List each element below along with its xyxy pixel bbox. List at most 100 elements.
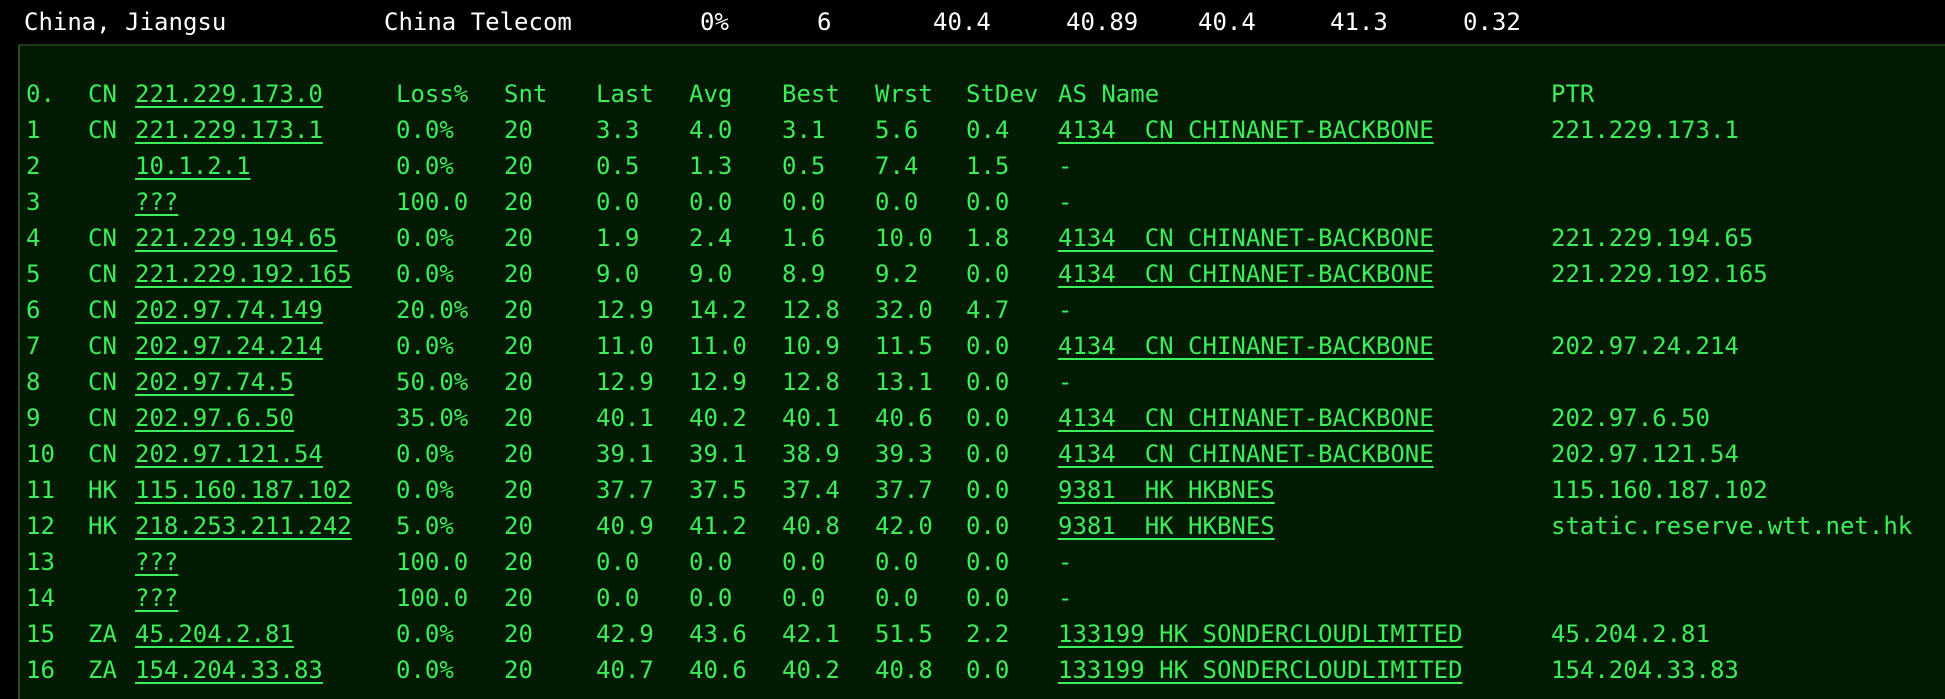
host-link[interactable]: 202.97.74.5 bbox=[135, 364, 294, 400]
as-name-link[interactable]: 4134 CN CHINANET-BACKBONE bbox=[1058, 220, 1434, 256]
country-code: CN bbox=[88, 332, 117, 360]
avg-value: 41.2 bbox=[689, 512, 747, 540]
host-link[interactable]: ??? bbox=[135, 580, 178, 616]
hop-number: 14 bbox=[26, 584, 55, 612]
last-value: 42.9 bbox=[596, 620, 654, 648]
stdev-value: 1.8 bbox=[966, 224, 1010, 252]
avg-value: 14.2 bbox=[689, 296, 747, 324]
host-link[interactable]: 221.229.194.65 bbox=[135, 220, 337, 256]
sent-value: 20 bbox=[504, 476, 533, 504]
table-row: 9 CN 202.97.6.50 35.0% 20 40.1 40.2 40.1 40.6 0.0… bbox=[20, 400, 1945, 436]
loss-value: 0.0% bbox=[396, 332, 454, 360]
host-link[interactable]: 115.160.187.102 bbox=[135, 472, 352, 508]
as-name-link[interactable]: 4134 CN CHINANET-BACKBONE bbox=[1058, 328, 1434, 364]
ptr-value: 221.229.194.65 bbox=[1551, 224, 1754, 252]
loss-value: 100.0 bbox=[396, 548, 469, 576]
host-link[interactable]: 221.229.173.1 bbox=[135, 112, 323, 148]
hop-number: 5 bbox=[26, 260, 41, 288]
as-name-link: - bbox=[1058, 152, 1073, 180]
as-name-link[interactable]: 4134 CN CHINANET-BACKBONE bbox=[1058, 112, 1434, 148]
as-name-link[interactable]: 9381 HK HKBNES bbox=[1058, 508, 1275, 544]
as-name-link: - bbox=[1058, 188, 1073, 216]
country-code: ZA bbox=[88, 656, 117, 684]
worst-value: 40.8 bbox=[875, 656, 933, 684]
sent-value: 20 bbox=[504, 404, 533, 432]
last-value: 1.9 bbox=[596, 224, 640, 252]
country-code: HK bbox=[88, 476, 117, 504]
as-name-link[interactable]: 4134 CN CHINANET-BACKBONE bbox=[1058, 256, 1434, 292]
ptr-value: static.reserve.wtt.net.hk bbox=[1551, 512, 1913, 540]
last-value: 9.0 bbox=[596, 260, 640, 288]
ptr-value: 115.160.187.102 bbox=[1551, 476, 1768, 504]
sent-value: 20 bbox=[504, 584, 533, 612]
as-name-link[interactable]: 133199 HK SONDERCLOUDLIMITED bbox=[1058, 616, 1463, 652]
host-link[interactable]: 221.229.192.165 bbox=[135, 256, 352, 292]
host-link[interactable]: 218.253.211.242 bbox=[135, 508, 352, 544]
avg-value: 4.0 bbox=[689, 116, 733, 144]
stdev-value: 0.0 bbox=[966, 368, 1010, 396]
stdev-value: 0.0 bbox=[966, 260, 1010, 288]
hop-number: 16 bbox=[26, 656, 55, 684]
loss-value: 5.0% bbox=[396, 512, 454, 540]
host-link[interactable]: 202.97.74.149 bbox=[135, 292, 323, 328]
header-best: Best bbox=[782, 80, 840, 108]
table-row: 13??? 100.0 20 0.0 0.0 0.0 0.0 0.0 - bbox=[20, 544, 1945, 580]
hop-number: 10 bbox=[26, 440, 55, 468]
summary-loss: 0% bbox=[700, 8, 729, 36]
last-value: 37.7 bbox=[596, 476, 654, 504]
table-row: 8 CN 202.97.74.5 50.0% 20 12.9 12.9 12.8 13.1 0.0… bbox=[20, 364, 1945, 400]
loss-value: 0.0% bbox=[396, 260, 454, 288]
table-row: 4 CN 221.229.194.65 0.0% 20 1.9 2.4 1.6 10.0 1.8 4… bbox=[20, 220, 1945, 256]
table-row: 16 ZA 154.204.33.83 0.0% 20 40.7 40.6 40.2 40.8 0… bbox=[20, 652, 1945, 688]
sent-value: 20 bbox=[504, 116, 533, 144]
loss-value: 0.0% bbox=[396, 116, 454, 144]
loss-value: 50.0% bbox=[396, 368, 469, 396]
host-link[interactable]: ??? bbox=[135, 184, 178, 220]
last-value: 0.5 bbox=[596, 152, 640, 180]
sent-value: 20 bbox=[504, 368, 533, 396]
loss-value: 0.0% bbox=[396, 224, 454, 252]
as-name-link[interactable]: 4134 CN CHINANET-BACKBONE bbox=[1058, 400, 1434, 436]
as-name-link[interactable]: 9381 HK HKBNES bbox=[1058, 472, 1275, 508]
host-link[interactable]: 202.97.6.50 bbox=[135, 400, 294, 436]
last-value: 40.1 bbox=[596, 404, 654, 432]
host-link[interactable]: 10.1.2.1 bbox=[135, 148, 251, 184]
worst-value: 9.2 bbox=[875, 260, 919, 288]
best-value: 40.1 bbox=[782, 404, 840, 432]
country-code: CN bbox=[88, 224, 117, 252]
worst-value: 42.0 bbox=[875, 512, 933, 540]
as-name-link[interactable]: 133199 HK SONDERCLOUDLIMITED bbox=[1058, 652, 1463, 688]
host-link[interactable]: ??? bbox=[135, 544, 178, 580]
host-link[interactable]: 202.97.121.54 bbox=[135, 436, 323, 472]
last-value: 11.0 bbox=[596, 332, 654, 360]
sent-value: 20 bbox=[504, 620, 533, 648]
worst-value: 0.0 bbox=[875, 188, 919, 216]
table-row: 3??? 100.0 20 0.0 0.0 0.0 0.0 0.0 - bbox=[20, 184, 1945, 220]
host-link[interactable]: 154.204.33.83 bbox=[135, 652, 323, 688]
header-cc: CN bbox=[88, 80, 117, 108]
hop-number: 13 bbox=[26, 548, 55, 576]
stdev-value: 0.0 bbox=[966, 188, 1010, 216]
host-link[interactable]: 45.204.2.81 bbox=[135, 616, 294, 652]
stdev-value: 0.0 bbox=[966, 476, 1010, 504]
header-last: Last bbox=[596, 80, 654, 108]
hop-number: 1 bbox=[26, 116, 41, 144]
host-link[interactable]: 202.97.24.214 bbox=[135, 328, 323, 364]
header-stdev: StDev bbox=[966, 80, 1039, 108]
header-host-link[interactable]: 221.229.173.0 bbox=[135, 76, 323, 112]
as-name-link[interactable]: 4134 CN CHINANET-BACKBONE bbox=[1058, 436, 1434, 472]
sent-value: 20 bbox=[504, 260, 533, 288]
avg-value: 0.0 bbox=[689, 548, 733, 576]
best-value: 12.8 bbox=[782, 368, 840, 396]
loss-value: 100.0 bbox=[396, 584, 469, 612]
hop-number: 3 bbox=[26, 188, 41, 216]
stdev-value: 0.4 bbox=[966, 116, 1010, 144]
sent-value: 20 bbox=[504, 224, 533, 252]
summary-location: China, Jiangsu bbox=[24, 8, 227, 36]
sent-value: 20 bbox=[504, 152, 533, 180]
table-row: 1 CN 221.229.173.1 0.0% 20 3.3 4.0 3.1 5.6 0.4 413… bbox=[20, 112, 1945, 148]
best-value: 0.5 bbox=[782, 152, 826, 180]
loss-value: 0.0% bbox=[396, 620, 454, 648]
best-value: 1.6 bbox=[782, 224, 826, 252]
loss-value: 0.0% bbox=[396, 656, 454, 684]
